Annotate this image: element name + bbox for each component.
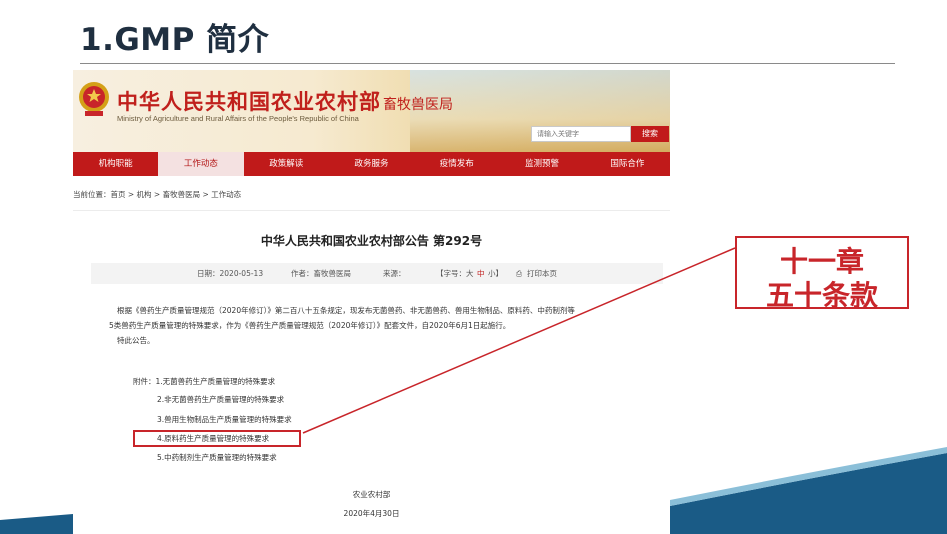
nav-item-functions[interactable]: 机构职能 [73,152,158,176]
nav-item-monitoring[interactable]: 监测预警 [499,152,584,176]
print-link[interactable]: 打印本页 [527,263,557,284]
breadcrumb: 当前位置：首页 > 机构 > 畜牧兽医局 > 工作动态 [73,190,242,199]
bureau-name: 畜牧兽医局 [383,97,453,113]
title-divider [80,63,895,64]
closing-text: 特此公告。 [117,336,155,345]
attachment-1[interactable]: 附件：1.无菌兽药生产质量管理的特殊要求 [133,376,275,387]
nav-item-policy[interactable]: 政策解读 [244,152,329,176]
sign-date: 2020年4月30日 [343,509,400,518]
signer: 农业农村部 [352,490,391,499]
article-title: 中华人民共和国农业农村部公告 第292号 [260,234,483,248]
print-icon[interactable]: ⎙ [516,263,522,284]
search-input[interactable]: 请输入关键字 [531,126,631,142]
font-size-medium[interactable]: 中 [477,263,485,284]
slide-title: 1.GMP 简介 [80,22,270,58]
search-button[interactable]: 搜索 [631,126,669,142]
attachment-2[interactable]: 2.非无菌兽药生产质量管理的特殊要求 [157,394,284,405]
site-name: 中华人民共和国农业农村部 [117,89,381,114]
attachment-3[interactable]: 3.兽用生物制品生产质量管理的特殊要求 [157,414,292,425]
nav-item-international[interactable]: 国际合作 [585,152,670,176]
font-size-label: 【字号： [436,269,466,278]
callout-line-2: 五十条款 [765,279,878,312]
main-nav: 机构职能 工作动态 政策解读 政务服务 疫情发布 监测预警 国际合作 [73,152,670,176]
attachment-5[interactable]: 5.中药制剂生产质量管理的特殊要求 [157,452,277,463]
body-paragraph-line: 5类兽药生产质量管理的特殊要求，作为《兽药生产质量管理规范（2020年修订）》配… [109,321,511,330]
body-paragraph-line: 根据《兽药生产质量管理规范（2020年修订）》第二百八十五条规定，现发布无菌兽药… [117,306,575,315]
site-name-english: Ministry of Agriculture and Rural Affair… [117,114,359,123]
article-meta: 日期：2020-05-13 作者：畜牧兽医局 来源： 【字号： 大 中 小】 ⎙… [91,263,663,284]
callout-box: 十一章 五十条款 [735,236,909,312]
breadcrumb-divider [73,210,670,211]
attachment-highlight-box [133,430,301,447]
article-date: 日期：2020-05-13 [197,269,264,278]
nav-item-epidemic[interactable]: 疫情发布 [414,152,499,176]
national-emblem-icon [79,82,109,116]
article-body: 根据《兽药生产质量管理规范（2020年修订）》第二百八十五条规定，现发布无菌兽药… [109,303,637,348]
article-author: 作者：畜牧兽医局 [291,269,351,278]
webpage-screenshot: 中华人民共和国农业农村部 Ministry of Agriculture and… [73,70,670,534]
nav-item-work-news[interactable]: 工作动态 [158,152,244,176]
site-banner: 中华人民共和国农业农村部 Ministry of Agriculture and… [73,70,670,152]
font-size-large[interactable]: 大 [466,263,474,284]
nav-item-services[interactable]: 政务服务 [329,152,414,176]
font-size-small[interactable]: 小】 [488,263,503,284]
article-source: 来源： [383,269,406,278]
